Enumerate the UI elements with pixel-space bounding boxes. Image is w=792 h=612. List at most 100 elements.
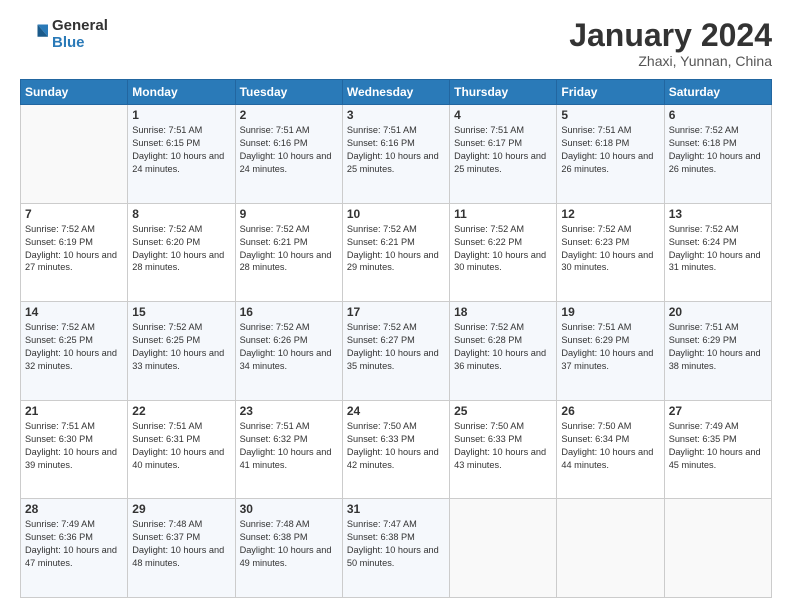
- day-number: 1: [132, 108, 230, 122]
- calendar-cell: 5Sunrise: 7:51 AMSunset: 6:18 PMDaylight…: [557, 105, 664, 204]
- day-number: 21: [25, 404, 123, 418]
- header: General Blue January 2024 Zhaxi, Yunnan,…: [20, 18, 772, 69]
- calendar-cell: 23Sunrise: 7:51 AMSunset: 6:32 PMDayligh…: [235, 400, 342, 499]
- day-number: 10: [347, 207, 445, 221]
- week-row-2: 14 Sunrise: 7:52 AMSunset: 6:25 PMDayligh…: [21, 302, 772, 401]
- calendar-cell: 17 Sunrise: 7:52 AMSunset: 6:27 PMDayligh…: [342, 302, 449, 401]
- calendar-cell: 6Sunrise: 7:52 AMSunset: 6:18 PMDaylight…: [664, 105, 771, 204]
- cell-info: Sunrise: 7:51 AMSunset: 6:16 PMDaylight:…: [347, 124, 445, 176]
- day-number: 11: [454, 207, 552, 221]
- calendar-cell: 20 Sunrise: 7:51 AMSunset: 6:29 PMDayligh…: [664, 302, 771, 401]
- logo-icon: [20, 21, 48, 49]
- week-row-1: 7Sunrise: 7:52 AMSunset: 6:19 PMDaylight…: [21, 203, 772, 302]
- day-number: 4: [454, 108, 552, 122]
- calendar-cell: 7Sunrise: 7:52 AMSunset: 6:19 PMDaylight…: [21, 203, 128, 302]
- calendar-cell: 9Sunrise: 7:52 AMSunset: 6:21 PMDaylight…: [235, 203, 342, 302]
- cell-info: Sunrise: 7:51 AMSunset: 6:16 PMDaylight:…: [240, 124, 338, 176]
- calendar-cell: 14 Sunrise: 7:52 AMSunset: 6:25 PMDayligh…: [21, 302, 128, 401]
- cell-info: Sunrise: 7:52 AMSunset: 6:20 PMDaylight:…: [132, 223, 230, 275]
- cell-info: Sunrise: 7:52 AMSunset: 6:21 PMDaylight:…: [240, 223, 338, 275]
- cell-info: Sunrise: 7:52 AMSunset: 6:25 PMDaylight:…: [132, 321, 230, 373]
- day-number: 15: [132, 305, 230, 319]
- cell-info: Sunrise: 7:51 AMSunset: 6:29 PMDaylight:…: [669, 321, 767, 373]
- day-header-friday: Friday: [557, 80, 664, 105]
- logo-text: General Blue: [52, 18, 108, 51]
- logo: General Blue: [20, 18, 108, 51]
- day-number: 22: [132, 404, 230, 418]
- cell-info: Sunrise: 7:51 AMSunset: 6:15 PMDaylight:…: [132, 124, 230, 176]
- calendar-cell: [450, 499, 557, 598]
- calendar-cell: 31 Sunrise: 7:47 AMSunset: 6:38 PMDayligh…: [342, 499, 449, 598]
- day-header-tuesday: Tuesday: [235, 80, 342, 105]
- calendar-cell: 19Sunrise: 7:51 AMSunset: 6:29 PMDayligh…: [557, 302, 664, 401]
- calendar-cell: 26 Sunrise: 7:50 AMSunset: 6:34 PMDayligh…: [557, 400, 664, 499]
- calendar-cell: 11 Sunrise: 7:52 AMSunset: 6:22 PMDayligh…: [450, 203, 557, 302]
- calendar-cell: 28 Sunrise: 7:49 AMSunset: 6:36 PMDayligh…: [21, 499, 128, 598]
- cell-info: Sunrise: 7:52 AMSunset: 6:21 PMDaylight:…: [347, 223, 445, 275]
- day-number: 30: [240, 502, 338, 516]
- page: General Blue January 2024 Zhaxi, Yunnan,…: [0, 0, 792, 612]
- day-number: 28: [25, 502, 123, 516]
- calendar-cell: 13 Sunrise: 7:52 AMSunset: 6:24 PMDayligh…: [664, 203, 771, 302]
- day-number: 14: [25, 305, 123, 319]
- cell-info: Sunrise: 7:50 AMSunset: 6:33 PMDaylight:…: [454, 420, 552, 472]
- calendar-cell: 27 Sunrise: 7:49 AMSunset: 6:35 PMDayligh…: [664, 400, 771, 499]
- cell-info: Sunrise: 7:52 AMSunset: 6:22 PMDaylight:…: [454, 223, 552, 275]
- month-title: January 2024: [569, 18, 772, 53]
- calendar-cell: 16Sunrise: 7:52 AMSunset: 6:26 PMDayligh…: [235, 302, 342, 401]
- cell-info: Sunrise: 7:50 AMSunset: 6:34 PMDaylight:…: [561, 420, 659, 472]
- calendar-cell: [664, 499, 771, 598]
- cell-info: Sunrise: 7:49 AMSunset: 6:36 PMDaylight:…: [25, 518, 123, 570]
- day-number: 5: [561, 108, 659, 122]
- day-number: 23: [240, 404, 338, 418]
- calendar-cell: 22 Sunrise: 7:51 AMSunset: 6:31 PMDayligh…: [128, 400, 235, 499]
- day-number: 29: [132, 502, 230, 516]
- cell-info: Sunrise: 7:52 AMSunset: 6:24 PMDaylight:…: [669, 223, 767, 275]
- day-number: 26: [561, 404, 659, 418]
- cell-info: Sunrise: 7:48 AMSunset: 6:38 PMDaylight:…: [240, 518, 338, 570]
- day-number: 13: [669, 207, 767, 221]
- week-row-4: 28 Sunrise: 7:49 AMSunset: 6:36 PMDayligh…: [21, 499, 772, 598]
- logo-line1: General: [52, 18, 108, 35]
- cell-info: Sunrise: 7:51 AMSunset: 6:30 PMDaylight:…: [25, 420, 123, 472]
- cell-info: Sunrise: 7:52 AMSunset: 6:19 PMDaylight:…: [25, 223, 123, 275]
- calendar-cell: 1 Sunrise: 7:51 AMSunset: 6:15 PMDaylight…: [128, 105, 235, 204]
- cell-info: Sunrise: 7:51 AMSunset: 6:31 PMDaylight:…: [132, 420, 230, 472]
- calendar-cell: [557, 499, 664, 598]
- day-number: 20: [669, 305, 767, 319]
- day-header-saturday: Saturday: [664, 80, 771, 105]
- day-number: 12: [561, 207, 659, 221]
- calendar-cell: 18Sunrise: 7:52 AMSunset: 6:28 PMDayligh…: [450, 302, 557, 401]
- header-row: SundayMondayTuesdayWednesdayThursdayFrid…: [21, 80, 772, 105]
- day-number: 24: [347, 404, 445, 418]
- title-block: January 2024 Zhaxi, Yunnan, China: [569, 18, 772, 69]
- day-number: 2: [240, 108, 338, 122]
- day-number: 8: [132, 207, 230, 221]
- day-number: 31: [347, 502, 445, 516]
- calendar-cell: 8 Sunrise: 7:52 AMSunset: 6:20 PMDaylight…: [128, 203, 235, 302]
- location: Zhaxi, Yunnan, China: [569, 53, 772, 69]
- day-number: 27: [669, 404, 767, 418]
- week-row-3: 21 Sunrise: 7:51 AMSunset: 6:30 PMDayligh…: [21, 400, 772, 499]
- logo-line2: Blue: [52, 35, 108, 52]
- calendar-cell: 29Sunrise: 7:48 AMSunset: 6:37 PMDayligh…: [128, 499, 235, 598]
- day-header-monday: Monday: [128, 80, 235, 105]
- calendar-cell: 10 Sunrise: 7:52 AMSunset: 6:21 PMDayligh…: [342, 203, 449, 302]
- cell-info: Sunrise: 7:52 AMSunset: 6:28 PMDaylight:…: [454, 321, 552, 373]
- calendar-table: SundayMondayTuesdayWednesdayThursdayFrid…: [20, 79, 772, 598]
- day-number: 16: [240, 305, 338, 319]
- calendar-cell: 2 Sunrise: 7:51 AMSunset: 6:16 PMDaylight…: [235, 105, 342, 204]
- cell-info: Sunrise: 7:52 AMSunset: 6:18 PMDaylight:…: [669, 124, 767, 176]
- calendar-cell: 15 Sunrise: 7:52 AMSunset: 6:25 PMDayligh…: [128, 302, 235, 401]
- calendar-cell: 21 Sunrise: 7:51 AMSunset: 6:30 PMDayligh…: [21, 400, 128, 499]
- cell-info: Sunrise: 7:50 AMSunset: 6:33 PMDaylight:…: [347, 420, 445, 472]
- cell-info: Sunrise: 7:49 AMSunset: 6:35 PMDaylight:…: [669, 420, 767, 472]
- cell-info: Sunrise: 7:47 AMSunset: 6:38 PMDaylight:…: [347, 518, 445, 570]
- day-number: 17: [347, 305, 445, 319]
- calendar-cell: 24 Sunrise: 7:50 AMSunset: 6:33 PMDayligh…: [342, 400, 449, 499]
- cell-info: Sunrise: 7:52 AMSunset: 6:23 PMDaylight:…: [561, 223, 659, 275]
- day-number: 25: [454, 404, 552, 418]
- cell-info: Sunrise: 7:52 AMSunset: 6:27 PMDaylight:…: [347, 321, 445, 373]
- calendar-cell: 12 Sunrise: 7:52 AMSunset: 6:23 PMDayligh…: [557, 203, 664, 302]
- cell-info: Sunrise: 7:52 AMSunset: 6:25 PMDaylight:…: [25, 321, 123, 373]
